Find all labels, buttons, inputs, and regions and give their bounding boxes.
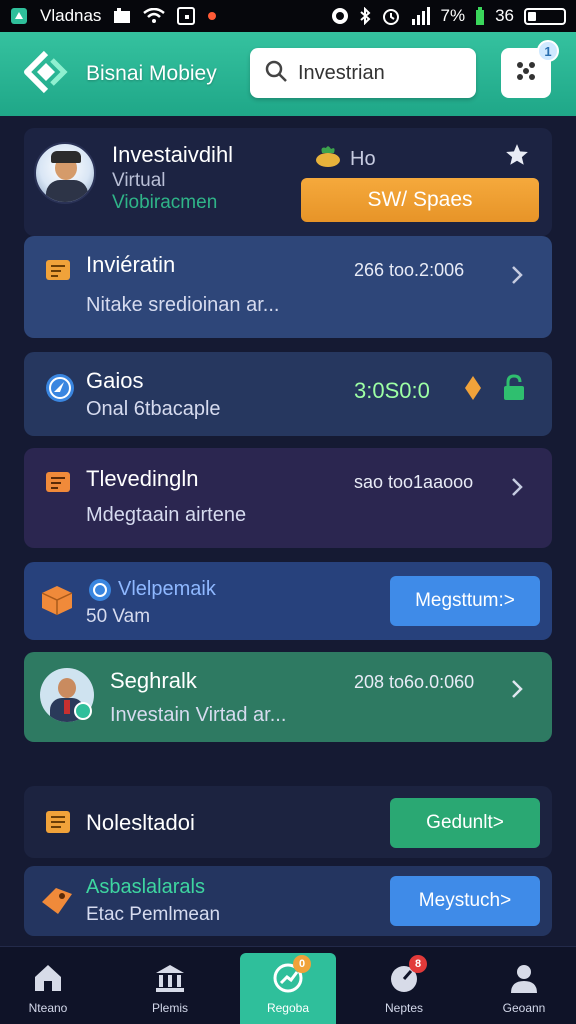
online-badge-icon bbox=[74, 702, 92, 725]
search-icon bbox=[264, 59, 288, 88]
profile-tag-label: Ho bbox=[350, 147, 376, 170]
item-subtitle: Investain Virtad ar... bbox=[110, 704, 287, 726]
item-title: Inviératin bbox=[86, 252, 176, 277]
list-item[interactable]: Vlelpemaik 50 Vam Megsttum:> bbox=[24, 562, 552, 640]
fruit-icon bbox=[314, 144, 342, 174]
search-input[interactable] bbox=[298, 61, 458, 85]
tag-icon bbox=[40, 886, 72, 914]
nav-item-notes[interactable]: 8 Neptes bbox=[356, 947, 452, 1024]
profile-action-button[interactable]: SW/ Spaes bbox=[301, 178, 539, 222]
list-item[interactable]: Tlevedingln Mdegtaain airtene sao too1aa… bbox=[24, 448, 552, 548]
nav-badge: 8 bbox=[409, 955, 427, 973]
item-action-button[interactable]: Meystuch> bbox=[390, 876, 540, 926]
profile-name: Investaivdihl bbox=[112, 142, 234, 167]
list-item[interactable]: Gaios Onal 6tbacaple 3:0S0:0 bbox=[24, 352, 552, 436]
grid-dots-icon bbox=[514, 59, 538, 88]
nav-item-home[interactable]: Nteano bbox=[0, 947, 96, 1024]
star-icon[interactable] bbox=[504, 142, 530, 168]
lock-icon bbox=[502, 374, 526, 407]
item-subtitle: Etac Pemlmean bbox=[86, 904, 221, 925]
list-item[interactable]: Seghralk Investain Virtad ar... 208 to6o… bbox=[24, 652, 552, 742]
bottom-nav: Nteano Plemis 0 Regoba 8 Neptes Geoann bbox=[0, 946, 576, 1024]
item-value: 266 too.2:006 bbox=[354, 260, 465, 280]
item-title: Nolesltadoi bbox=[86, 810, 195, 835]
bank-icon bbox=[153, 961, 187, 995]
list-item[interactable]: Nolesltadoi Gedunlt> bbox=[24, 786, 552, 858]
box-icon bbox=[40, 584, 73, 615]
main-content: Investaivdihl Virtual Viobiracmen Ho SW/… bbox=[0, 116, 576, 946]
profile-status: Viobiracmen bbox=[112, 192, 218, 213]
document-icon bbox=[44, 256, 72, 284]
status-right: 7% 36 bbox=[331, 6, 566, 26]
home-icon bbox=[31, 961, 65, 995]
alarm-icon bbox=[381, 6, 401, 26]
dot-notification-icon bbox=[207, 11, 217, 21]
gauge-icon: 8 bbox=[387, 955, 427, 995]
nav-item-plans[interactable]: Plemis bbox=[122, 947, 218, 1024]
status-bar: Vladnas 7% 36 bbox=[0, 0, 576, 32]
compass-icon bbox=[44, 372, 74, 402]
app-notification-icon bbox=[10, 7, 28, 25]
up-arrow-icon bbox=[464, 374, 482, 407]
logo-icon bbox=[24, 50, 68, 99]
wifi-icon bbox=[143, 8, 166, 24]
item-title: Asbaslalarals bbox=[86, 876, 205, 898]
nav-item-profile[interactable]: Geoann bbox=[476, 947, 572, 1024]
item-title: Vlelpemaik bbox=[118, 578, 216, 600]
chevron-right-icon bbox=[510, 476, 524, 498]
battery-icon bbox=[524, 7, 566, 25]
nav-label: Geoann bbox=[502, 1001, 546, 1015]
app-header: Bisnai Mobiey 1 bbox=[0, 32, 576, 116]
battery-percent: 7% bbox=[440, 6, 466, 25]
item-subtitle: Nitake sredioinan ar... bbox=[86, 294, 280, 316]
list-item[interactable]: Asbaslalarals Etac Pemlmean Meystuch> bbox=[24, 866, 552, 936]
nav-label: Neptes bbox=[384, 1001, 424, 1015]
user-icon bbox=[507, 961, 541, 995]
profile-subtitle: Virtual bbox=[112, 170, 166, 191]
grid-menu-button[interactable]: 1 bbox=[501, 40, 559, 98]
chevron-right-icon bbox=[510, 678, 524, 700]
item-title: Gaios bbox=[86, 368, 144, 393]
vpn-icon bbox=[331, 7, 349, 25]
nav-label: Plemis bbox=[151, 1001, 188, 1015]
document-icon bbox=[44, 468, 72, 496]
nav-label: Regoba bbox=[266, 1001, 310, 1015]
item-title: Seghralk bbox=[110, 668, 197, 693]
signal-icon bbox=[411, 7, 431, 25]
item-value: 208 to6o.0:060 bbox=[354, 672, 475, 692]
item-subtitle: Onal 6tbacaple bbox=[86, 398, 221, 420]
item-value: sao too1aaooo bbox=[354, 472, 474, 492]
search-box[interactable] bbox=[250, 48, 476, 98]
menu-badge: 1 bbox=[537, 40, 559, 62]
item-subtitle: 50 Vam bbox=[86, 606, 151, 627]
image-notification-icon bbox=[113, 8, 131, 24]
nav-item-regoba[interactable]: 0 Regoba bbox=[240, 947, 336, 1024]
status-left: Vladnas bbox=[10, 6, 217, 26]
charging-icon bbox=[475, 7, 485, 25]
battery-level: 36 bbox=[495, 6, 514, 25]
profile-tag: Ho bbox=[314, 144, 376, 174]
chart-ring-icon: 0 bbox=[271, 955, 311, 995]
item-title: Tlevedingln bbox=[86, 466, 199, 491]
profile-card[interactable]: Investaivdihl Virtual Viobiracmen Ho SW/… bbox=[24, 128, 552, 236]
app-title: Bisnai Mobiey bbox=[86, 62, 217, 85]
nav-label: Nteano bbox=[28, 1001, 68, 1015]
bluetooth-icon bbox=[359, 7, 371, 25]
carrier-label: Vladnas bbox=[40, 6, 102, 25]
list-item[interactable]: Inviératin Nitake sredioinan ar... 266 t… bbox=[24, 236, 552, 338]
screenshot-icon bbox=[177, 7, 196, 25]
item-action-button[interactable]: Megsttum:> bbox=[390, 576, 540, 626]
item-value: 3:0S0:0 bbox=[354, 378, 430, 403]
item-subtitle: Mdegtaain airtene bbox=[86, 504, 247, 526]
avatar bbox=[34, 142, 96, 204]
badge-icon bbox=[88, 578, 112, 607]
nav-badge: 0 bbox=[293, 955, 311, 973]
brand[interactable]: Bisnai Mobiey bbox=[24, 50, 217, 99]
notes-icon bbox=[44, 808, 72, 836]
chevron-right-icon bbox=[510, 264, 524, 286]
item-action-button[interactable]: Gedunlt> bbox=[390, 798, 540, 848]
